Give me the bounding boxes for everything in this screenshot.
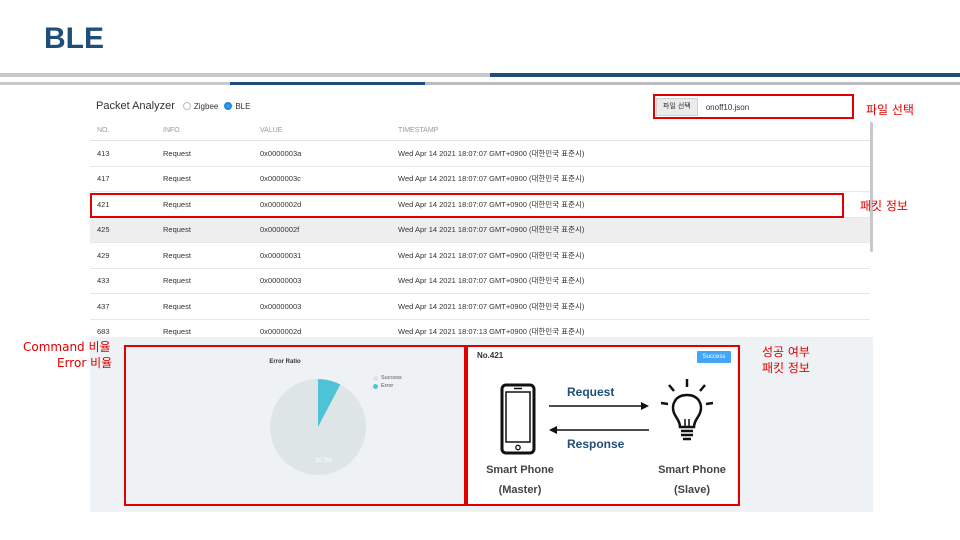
- annotation-box-detail: [466, 345, 740, 506]
- cell-value: 0x0000002d: [260, 327, 302, 337]
- radio-ble[interactable]: BLE: [224, 102, 250, 111]
- col-header-no[interactable]: NO.: [90, 127, 163, 134]
- cell-no: 433: [97, 276, 110, 286]
- table-row[interactable]: 433 Request 0x00000003 Wed Apr 14 2021 1…: [90, 269, 870, 294]
- cell-timestamp: Wed Apr 14 2021 18:07:07 GMT+0900 (대한민국 …: [398, 276, 585, 286]
- cell-timestamp: Wed Apr 14 2021 18:07:07 GMT+0900 (대한민국 …: [398, 301, 585, 311]
- table-header: NO. INFO VALUE TIMESTAMP: [90, 121, 870, 141]
- cell-no: 429: [97, 250, 110, 260]
- col-header-info[interactable]: INFO: [163, 127, 260, 134]
- annotation-success-status: 성공 여부: [762, 345, 810, 359]
- col-header-value[interactable]: VALUE: [260, 127, 398, 134]
- annotation-file-select: 파일 선택: [866, 103, 914, 117]
- cell-timestamp: Wed Apr 14 2021 18:07:07 GMT+0900 (대한민국 …: [398, 148, 585, 158]
- header-accent-bar: [490, 73, 960, 77]
- annotation-box-packet-row: [90, 193, 844, 218]
- cell-timestamp: Wed Apr 14 2021 18:07:07 GMT+0900 (대한민국 …: [398, 250, 585, 260]
- cell-info: Request: [163, 225, 191, 235]
- table-row[interactable]: 417 Request 0x0000003c Wed Apr 14 2021 1…: [90, 167, 870, 192]
- cell-timestamp: Wed Apr 14 2021 18:07:07 GMT+0900 (대한민국 …: [398, 174, 585, 184]
- cell-value: 0x00000031: [260, 250, 302, 260]
- cell-value: 0x00000003: [260, 276, 302, 286]
- annotation-packet-info-2: 패킷 정보: [762, 361, 810, 375]
- cell-no: 683: [97, 327, 110, 337]
- cell-value: 0x0000002f: [260, 225, 300, 235]
- radio-label: Zigbee: [193, 101, 219, 111]
- cell-info: Request: [163, 174, 191, 184]
- cell-value: 0x0000003c: [260, 174, 301, 184]
- table-row-highlighted[interactable]: 425 Request 0x0000002f Wed Apr 14 2021 1…: [90, 217, 870, 243]
- cell-no: 437: [97, 301, 110, 311]
- cell-no: 413: [97, 148, 110, 158]
- annotation-box-file-select: [653, 94, 854, 119]
- annotation-error-ratio: Error 비율: [57, 356, 113, 370]
- annotation-box-chart: [124, 345, 466, 506]
- radio-zigbee[interactable]: Zigbee: [182, 101, 219, 111]
- header-divider-lower-right: [425, 82, 960, 85]
- table-row[interactable]: 413 Request 0x0000003a Wed Apr 14 2021 1…: [90, 141, 870, 167]
- cell-timestamp: Wed Apr 14 2021 18:07:07 GMT+0900 (대한민국 …: [398, 225, 585, 235]
- header-accent-bar-lower: [230, 82, 425, 85]
- annotation-packet-info: 패킷 정보: [860, 199, 908, 213]
- slide-title: BLE: [44, 22, 104, 55]
- annotation-command-ratio: Command 비율: [23, 340, 111, 354]
- app-title: Packet Analyzer: [96, 100, 175, 112]
- cell-no: 417: [97, 174, 110, 184]
- col-header-timestamp[interactable]: TIMESTAMP: [398, 127, 870, 134]
- cell-info: Request: [163, 276, 191, 286]
- radio-unselected-icon: [182, 102, 191, 110]
- cell-value: 0x00000003: [260, 301, 302, 311]
- cell-info: Request: [163, 250, 191, 260]
- cell-info: Request: [163, 148, 191, 158]
- cell-info: Request: [163, 327, 191, 337]
- table-scrollbar[interactable]: [870, 122, 873, 252]
- radio-label: BLE: [235, 101, 251, 111]
- table-row[interactable]: 429 Request 0x00000031 Wed Apr 14 2021 1…: [90, 243, 870, 269]
- table-row[interactable]: 437 Request 0x00000003 Wed Apr 14 2021 1…: [90, 294, 870, 320]
- packet-table: NO. INFO VALUE TIMESTAMP 413 Request 0x0…: [90, 121, 870, 345]
- radio-selected-icon: [224, 102, 233, 110]
- cell-no: 425: [97, 225, 110, 235]
- cell-info: Request: [163, 301, 191, 311]
- app-header: Packet Analyzer Zigbee BLE: [96, 100, 256, 112]
- cell-timestamp: Wed Apr 14 2021 18:07:13 GMT+0900 (대한민국 …: [398, 327, 585, 337]
- cell-value: 0x0000003a: [260, 148, 302, 158]
